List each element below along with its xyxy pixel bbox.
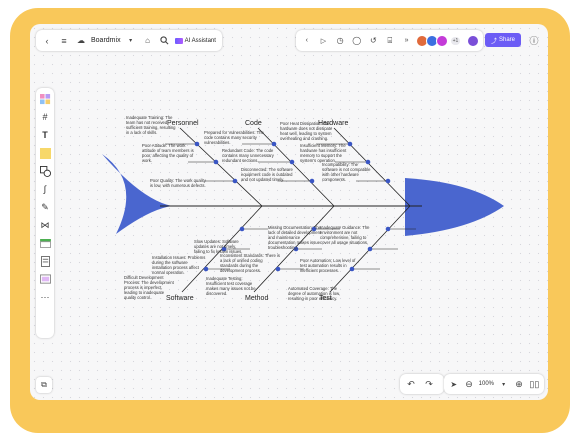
note-line: cover all usage situations. <box>320 240 368 245</box>
note-text[interactable]: Inadequate Guidance: The environment are … <box>320 225 370 245</box>
note-text[interactable]: Redundant Code: The code contains many un… <box>222 148 275 163</box>
note-line: quality control. <box>124 295 151 300</box>
note-text[interactable]: Automated Coverage: The degree of automat… <box>288 286 340 301</box>
whiteboard-canvas[interactable]: ‹ ≡ ☁ Boardmix ▾ ⌂ AI Assistant ‹ ▷ ◷ ◯ … <box>30 24 548 400</box>
note-text[interactable]: Disconnected: The software equipment code… <box>241 167 293 182</box>
note-text[interactable]: Poor Quality: The work quality is low, wi… <box>150 178 207 188</box>
note-line: discovered. <box>206 291 227 296</box>
category-method[interactable]: Method <box>245 295 268 302</box>
note-line: work. <box>142 158 152 163</box>
note-text[interactable]: Poor Automation: Low level of test automa… <box>300 258 356 273</box>
note-line: inefficient processes. <box>300 268 339 273</box>
fish-tail <box>102 154 172 234</box>
note-text[interactable]: Poor Attitude: The work attitude of team … <box>142 143 194 163</box>
note-line: is low, with numerous defects. <box>150 183 206 188</box>
note-line: vulnerabilities. <box>204 140 231 145</box>
fish-head <box>405 178 504 236</box>
note-text[interactable]: Missing Documentation: The lack of detail… <box>268 225 322 250</box>
note-line: overheating and crashing. <box>280 136 328 141</box>
note-line: development process. <box>220 268 261 273</box>
note-text[interactable]: Inconsistent Standards: There is a lack o… <box>220 253 280 273</box>
note-text[interactable]: Poor Heat Dissipation: The hardware does … <box>280 121 333 141</box>
note-line: troubleshooting. <box>268 245 298 250</box>
note-line: redundant sections. <box>222 158 259 163</box>
note-line: and not updated timely. <box>241 177 284 182</box>
note-text[interactable]: Slow Updates: Software updates are not ti… <box>194 239 242 254</box>
note-text[interactable]: Prepared for Vulnerabilities: The code co… <box>204 130 264 145</box>
category-code[interactable]: Code <box>245 120 262 127</box>
note-line: resulting in poor efficiency. <box>288 296 337 301</box>
note-text[interactable]: Insufficient Memory: The hardware has ins… <box>300 143 347 163</box>
note-line: in a lack of skills. <box>126 130 157 135</box>
note-text[interactable]: Inadequate Training: The team has not rec… <box>126 115 176 135</box>
category-software[interactable]: Software <box>166 295 194 302</box>
note-line: components. <box>322 177 346 182</box>
note-text[interactable]: Installation Issues: Problems during the … <box>152 255 205 275</box>
note-text[interactable]: Incompatibility: The software is not comp… <box>322 162 371 182</box>
fishbone-diagram: Personnel Code Hardware Software Method … <box>102 115 504 302</box>
note-text[interactable]: Inadequate Testing: Insufficient test cov… <box>206 276 256 296</box>
